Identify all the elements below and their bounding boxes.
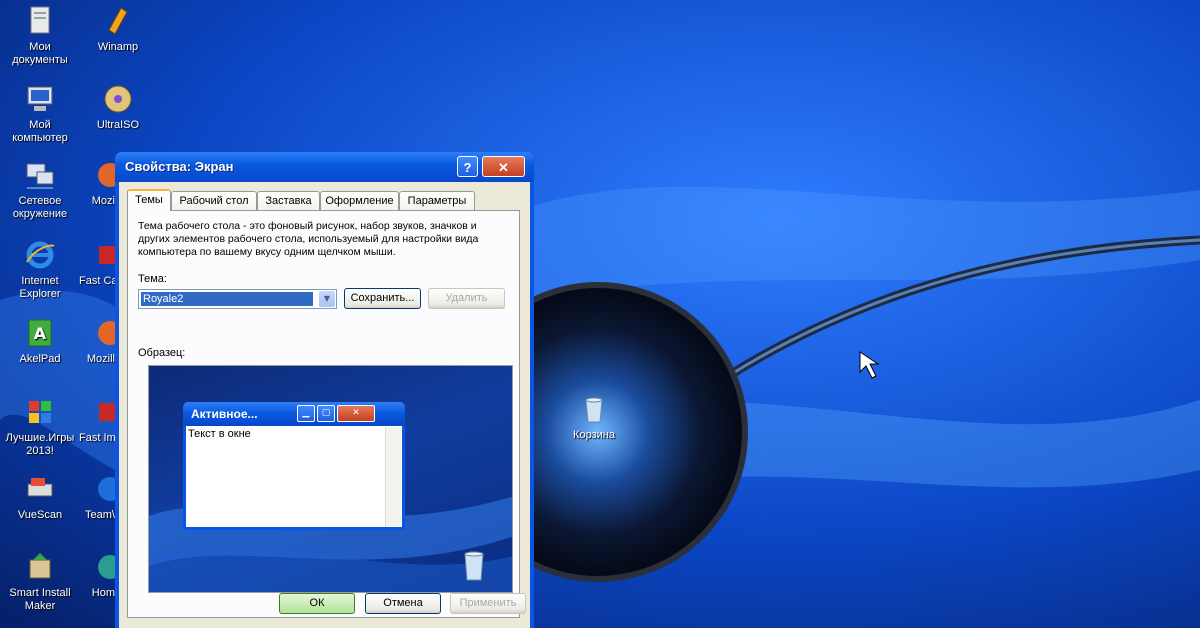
tab-themes[interactable]: Темы: [127, 189, 171, 211]
mozilla-icon: [98, 321, 115, 345]
help-button[interactable]: ?: [457, 156, 478, 177]
ie-icon: [26, 241, 55, 269]
akelpad-icon: A: [28, 319, 52, 347]
desktop-icon-my-documents[interactable]: Мои документы: [1, 4, 79, 67]
desktop-icon-ultraiso[interactable]: UltraISO: [79, 82, 157, 132]
cancel-button[interactable]: Отмена: [365, 593, 441, 614]
teamviewer-icon: [98, 477, 115, 501]
desktop-icon-internet-explorer[interactable]: Internet Explorer: [1, 238, 79, 301]
winamp-icon: [108, 7, 128, 35]
desktop-icon-winamp[interactable]: Winamp: [79, 4, 157, 54]
games-icon: [29, 401, 51, 423]
ok-button[interactable]: ОК: [279, 593, 355, 614]
fastimage-icon: [99, 403, 115, 421]
save-theme-button[interactable]: Сохранить...: [344, 288, 421, 309]
desktop-icon-my-computer[interactable]: Мой компьютер: [1, 82, 79, 145]
dialog-title: Свойства: Экран: [125, 159, 234, 174]
delete-theme-button[interactable]: Удалить: [428, 288, 505, 309]
recycle-bin-icon: [585, 397, 603, 423]
preview-window-titlebar: Активное... ▁ ▢ ✕: [183, 402, 405, 426]
desktop-icon-akelpad[interactable]: A AkelPad: [1, 316, 79, 366]
desktop-icon-mozilla-2[interactable]: Mozill: [79, 316, 115, 366]
desktop-icon-smart-install-maker[interactable]: Smart Install Maker: [1, 550, 79, 613]
preview-active-window: Активное... ▁ ▢ ✕ Текст в окне: [183, 402, 405, 530]
desktop-icon-mozilla-1[interactable]: Mozi: [79, 158, 115, 208]
documents-icon: [30, 6, 50, 34]
dialog-titlebar[interactable]: Свойства: Экран ? ✕: [115, 152, 534, 182]
tab-screensaver[interactable]: Заставка: [257, 191, 320, 210]
minimize-icon: ▁: [297, 405, 315, 422]
fastcap-icon: [99, 246, 115, 264]
sample-label: Образец:: [138, 347, 186, 359]
desktop-icon-fast-image[interactable]: Fast Imag: [79, 395, 115, 445]
preview-window-title: Активное...: [191, 407, 258, 421]
desktop-icon-vuescan[interactable]: VueScan: [1, 472, 79, 522]
desktop-icon-teamviewer[interactable]: Team\: [79, 472, 115, 522]
theme-preview: Активное... ▁ ▢ ✕ Текст в окне: [148, 365, 513, 593]
network-icon: [26, 163, 54, 189]
theme-label: Тема:: [138, 273, 167, 285]
preview-recycle-bin-icon: [464, 551, 484, 581]
desktop-icon-games[interactable]: Лучшие.Игры 2013!: [1, 395, 79, 458]
maximize-icon: ▢: [317, 405, 335, 422]
chevron-down-icon[interactable]: ▼: [319, 291, 335, 307]
theme-dropdown[interactable]: Royale2 ▼: [138, 289, 337, 309]
dialog-body: Темы Рабочий стол Заставка Оформление Па…: [119, 182, 530, 628]
tab-panel-themes: Тема рабочего стола - это фоновый рисуно…: [127, 210, 520, 618]
theme-selected-value: Royale2: [141, 292, 313, 306]
close-button[interactable]: ✕: [482, 156, 525, 177]
preview-scrollbar: [385, 427, 401, 526]
tab-settings[interactable]: Параметры: [399, 191, 475, 210]
vuescan-icon: [27, 478, 53, 497]
svg-text:A: A: [34, 324, 47, 343]
desktop-icon-network[interactable]: Сетевое окружение: [1, 158, 79, 221]
desktop-icon-recycle-bin[interactable]: Корзина: [555, 392, 633, 442]
computer-icon: [27, 86, 53, 111]
ultraiso-icon: [104, 85, 132, 113]
tab-desktop[interactable]: Рабочий стол: [171, 191, 257, 210]
desktop-icon-fast-cap[interactable]: Fast Cap: [79, 238, 115, 288]
tab-appearance[interactable]: Оформление: [320, 191, 399, 210]
mozilla-icon: [98, 163, 115, 187]
preview-window-text: Текст в окне: [188, 428, 251, 440]
themes-description: Тема рабочего стола - это фоновый рисуно…: [138, 220, 479, 258]
close-icon: ✕: [337, 405, 375, 422]
installer-icon: [29, 553, 51, 579]
desktop-icon-home[interactable]: Hom: [79, 550, 115, 600]
apply-button[interactable]: Применить: [450, 593, 526, 614]
display-properties-dialog: Свойства: Экран ? ✕ Темы Рабочий стол За…: [115, 152, 534, 628]
preview-window-body: Текст в окне: [186, 426, 402, 527]
home-icon: [98, 555, 115, 579]
